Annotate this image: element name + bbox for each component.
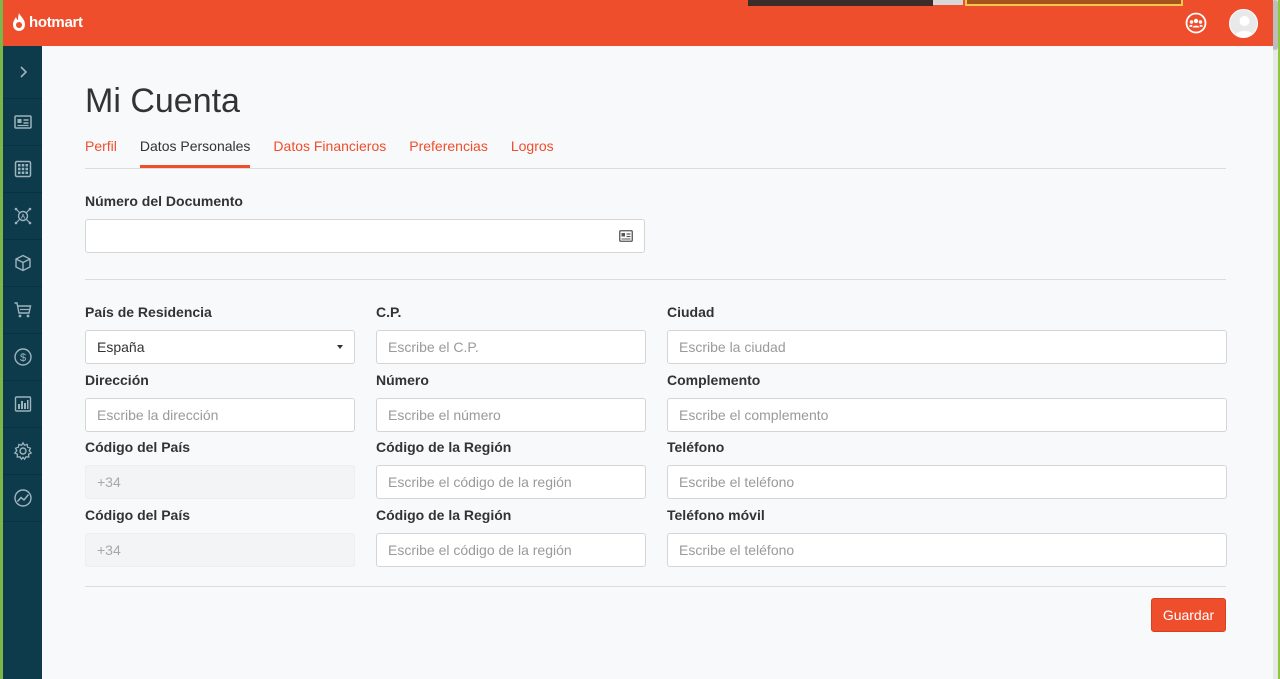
hotmart-logo[interactable]: hotmart: [11, 12, 83, 32]
mobile-country-code-label: Código del País: [85, 507, 191, 523]
tab-perfil[interactable]: Perfil: [85, 138, 117, 168]
tab-datos-financieros[interactable]: Datos Financieros: [273, 138, 386, 168]
city-label: Ciudad: [667, 304, 715, 320]
country-select[interactable]: España: [85, 330, 355, 364]
bar-chart-icon: [14, 396, 31, 412]
main-content: Mi Cuenta Perfil Datos Personales Datos …: [42, 46, 1273, 679]
sidebar-item-reports[interactable]: [3, 381, 42, 428]
complement-label: Complemento: [667, 372, 761, 388]
mobile-country-code-input: +34: [85, 533, 355, 567]
section-divider: [85, 279, 1226, 280]
region-code-label: Código de la Región: [376, 439, 512, 455]
phone-label: Teléfono: [667, 439, 725, 455]
phone-input[interactable]: Escribe el teléfono: [667, 465, 1227, 499]
user-silhouette-icon: [1234, 16, 1255, 37]
apps-grid-icon: [14, 160, 31, 178]
street-number-label: Número: [376, 372, 429, 388]
street-number-input[interactable]: Escribe el número: [376, 398, 646, 432]
flame-logo-icon: [13, 13, 25, 31]
cart-icon: [14, 302, 31, 318]
sidebar-item-analytics[interactable]: [3, 475, 42, 522]
mobile-region-code-input[interactable]: Escribe el código de la región: [376, 533, 646, 567]
sidebar-item-affiliates[interactable]: A: [3, 193, 42, 240]
product-box-icon: [14, 254, 31, 272]
sidebar-item-sales[interactable]: [3, 287, 42, 334]
city-input[interactable]: Escribe la ciudad: [667, 330, 1227, 364]
chevron-right-icon: [19, 66, 27, 78]
id-card-icon: [619, 230, 633, 242]
sidebar-item-products[interactable]: [3, 240, 42, 287]
affiliates-network-icon: A: [14, 207, 31, 225]
address-label: Dirección: [85, 372, 149, 388]
page-title: Mi Cuenta: [85, 82, 240, 120]
postal-code-label: C.P.: [376, 304, 402, 320]
document-number-input[interactable]: [85, 219, 645, 253]
mobile-region-code-label: Código de la Región: [376, 507, 512, 523]
tab-logros[interactable]: Logros: [511, 138, 554, 168]
top-navbar: hotmart: [3, 0, 1273, 46]
country-code-input: +34: [85, 465, 355, 499]
region-code-input[interactable]: Escribe el código de la región: [376, 465, 646, 499]
analytics-trend-icon: [13, 489, 32, 507]
document-number-label: Número del Documento: [85, 193, 243, 209]
address-input[interactable]: Escribe la dirección: [85, 398, 355, 432]
sidebar-item-dashboard[interactable]: [3, 99, 42, 146]
country-select-value: España: [97, 339, 145, 355]
tab-datos-personales[interactable]: Datos Personales: [139, 138, 251, 168]
account-tabs: Perfil Datos Personales Datos Financiero…: [85, 138, 1226, 169]
community-icon[interactable]: [1184, 11, 1208, 35]
country-label: País de Residencia: [85, 304, 212, 320]
dollar-coin-icon: $: [13, 348, 32, 366]
dashboard-icon: [13, 115, 32, 129]
gear-icon: [13, 441, 32, 461]
window-edge-right: [1272, 0, 1280, 679]
sidebar-item-settings[interactable]: [3, 428, 42, 475]
sidebar-item-finance[interactable]: $: [3, 334, 42, 381]
postal-code-input[interactable]: Escribe el C.P.: [376, 330, 646, 364]
caret-down-icon: [337, 345, 343, 349]
sidebar: A $: [3, 46, 42, 679]
mobile-phone-label: Teléfono móvil: [667, 507, 765, 523]
user-avatar[interactable]: [1229, 9, 1258, 38]
svg-text:A: A: [20, 214, 25, 220]
brand-name: hotmart: [29, 13, 83, 31]
country-code-label: Código del País: [85, 439, 191, 455]
footer-divider: [85, 586, 1226, 587]
complement-input[interactable]: Escribe el complemento: [667, 398, 1227, 432]
mobile-phone-input[interactable]: Escribe el teléfono: [667, 533, 1227, 567]
sidebar-expand[interactable]: [3, 46, 42, 99]
tab-preferencias[interactable]: Preferencias: [409, 138, 488, 168]
sidebar-item-apps[interactable]: [3, 146, 42, 193]
svg-text:$: $: [19, 352, 25, 364]
save-button[interactable]: Guardar: [1151, 598, 1226, 632]
video-call-strip: [748, 0, 1183, 6]
